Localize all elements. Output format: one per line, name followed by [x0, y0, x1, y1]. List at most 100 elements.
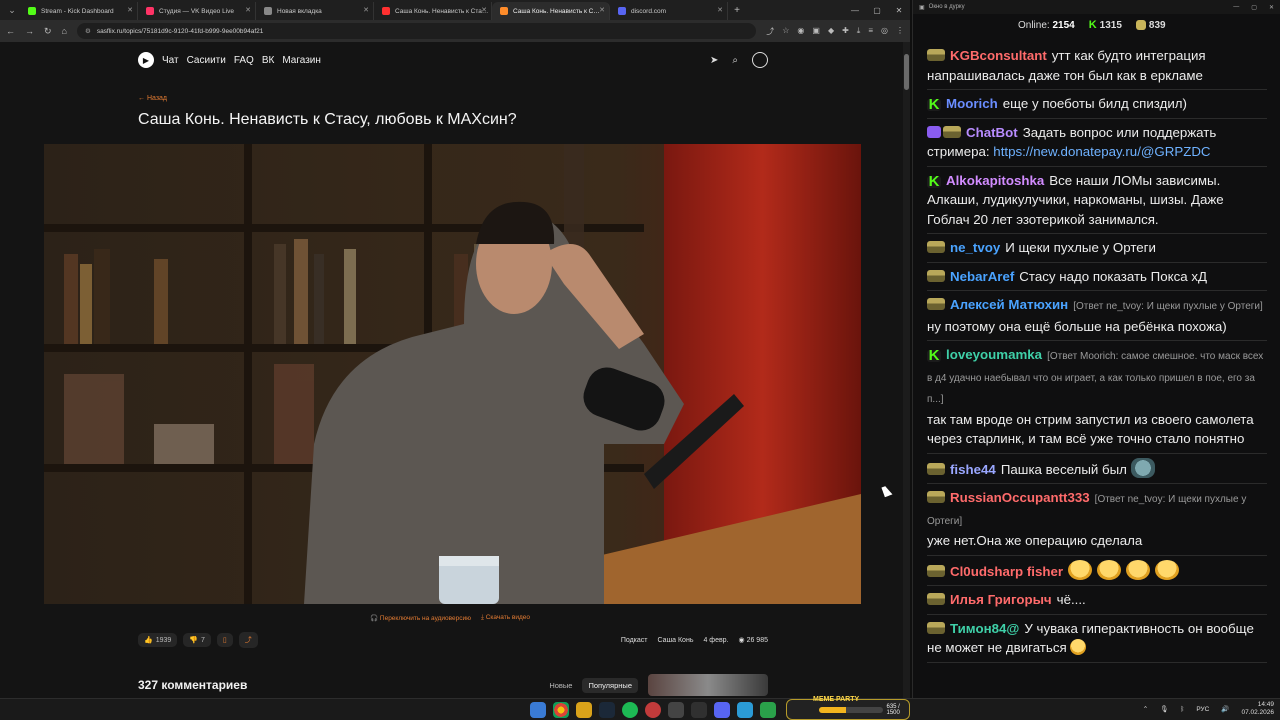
sort-new-tab[interactable]: Новые — [543, 678, 578, 693]
related-video-thumbnail[interactable] — [648, 674, 768, 696]
forward-icon[interactable]: → — [25, 26, 34, 36]
spotify-icon[interactable] — [622, 702, 638, 718]
chat-username[interactable]: Cl0udsharp fisher — [950, 564, 1063, 579]
home-icon[interactable]: ⌂ — [62, 26, 67, 36]
maximize-icon[interactable]: ▢ — [866, 6, 888, 15]
tab-close-icon[interactable]: ✕ — [363, 6, 369, 14]
close-icon[interactable]: ✕ — [888, 6, 910, 15]
share-button[interactable]: ⤴ — [238, 632, 258, 648]
app-icon[interactable] — [668, 702, 684, 718]
chrome-icon[interactable] — [553, 702, 569, 718]
bookmark-button[interactable]: ▯ — [216, 633, 233, 647]
dislike-button[interactable]: 👎 7 — [183, 633, 211, 647]
donate-link[interactable]: https://new.donatepay.ru/@GRPZDC — [993, 144, 1210, 159]
minimize-icon[interactable]: — — [844, 6, 866, 15]
steam-icon[interactable] — [599, 702, 615, 718]
extension-icon[interactable]: ◉ — [797, 26, 804, 37]
nav-sasiiti[interactable]: Сасиити — [187, 55, 226, 66]
chat-username[interactable]: Moorich — [946, 96, 998, 111]
chat-username[interactable]: ChatBot — [966, 125, 1018, 140]
chat-window-controls: — ▢ ✕ — [1233, 4, 1280, 11]
eye-icon: ◉ — [738, 637, 745, 644]
volume-icon[interactable]: 🔊 — [1221, 705, 1229, 713]
page-scrollbar[interactable] — [903, 42, 910, 698]
browser-tab[interactable]: discord.com ✕ — [610, 2, 728, 20]
app-icon[interactable] — [645, 702, 661, 718]
obs-icon[interactable] — [691, 702, 707, 718]
minimize-icon[interactable]: — — [1233, 4, 1239, 11]
maximize-icon[interactable]: ▢ — [1251, 4, 1257, 11]
menu-dots-icon[interactable]: ⋮ — [896, 26, 904, 37]
extension-icon[interactable]: ◆ — [828, 26, 834, 37]
bluetooth-icon[interactable]: ᛒ — [1180, 706, 1184, 713]
sort-popular-tab[interactable]: Популярные — [582, 677, 638, 693]
nav-vk[interactable]: ВК — [262, 55, 275, 66]
browser-tab[interactable]: Саша Конь. Ненависть к С… ✕ — [492, 2, 610, 20]
site-info-icon[interactable]: ⚙ — [85, 27, 91, 35]
chat-message: Cl0udsharp fisher — [927, 556, 1267, 586]
language-indicator[interactable]: РУС — [1196, 706, 1209, 713]
header-actions: ➤ ⌕ — [710, 52, 768, 68]
puzzle-icon[interactable]: ✚ — [842, 26, 849, 37]
browser-tab[interactable]: Саша Конь. Ненависть к Ста… ✕ — [374, 2, 492, 20]
clock[interactable]: 14:49 07.02.2026 — [1241, 701, 1274, 717]
tab-groups-icon[interactable]: ≡ — [868, 26, 873, 37]
telegram-icon[interactable]: ➤ — [710, 55, 718, 66]
tab-close-icon[interactable]: ✕ — [245, 6, 251, 14]
discord-icon[interactable] — [714, 702, 730, 718]
like-button[interactable]: 👍 1939 — [138, 633, 178, 647]
tab-close-icon[interactable]: ✕ — [717, 6, 723, 14]
chat-username[interactable]: fishe44 — [950, 462, 996, 477]
telegram-icon[interactable] — [737, 702, 753, 718]
reload-icon[interactable]: ↻ — [44, 26, 52, 37]
tag-podcast[interactable]: Подкаст — [621, 637, 648, 644]
chat-username[interactable]: RussianOccupantt333 — [950, 490, 1090, 505]
mic-icon[interactable]: 🎙 — [1160, 705, 1168, 713]
chat-username[interactable]: Алексей Матюхин — [950, 297, 1068, 312]
url-field[interactable]: ⚙ sasflix.ru/topics/75181d9c-9120-41fd-b… — [76, 23, 757, 39]
tab-search-icon[interactable]: ⌄ — [4, 2, 20, 18]
share-icon[interactable]: ⤴ — [766, 26, 774, 37]
profile-icon[interactable]: ◎ — [881, 26, 888, 37]
chat-username[interactable]: loveyoumamka — [946, 347, 1042, 362]
browser-tab[interactable]: Новая вкладка ✕ — [256, 2, 374, 20]
bookmark-star-icon[interactable]: ☆ — [782, 26, 789, 37]
chat-username[interactable]: ne_tvoy — [950, 240, 1000, 255]
nav-chat[interactable]: Чат — [162, 55, 179, 66]
site-logo-play-icon[interactable]: ▶ — [138, 52, 154, 68]
close-icon[interactable]: ✕ — [1269, 4, 1274, 11]
nav-faq[interactable]: FAQ — [234, 55, 254, 66]
tag-author[interactable]: Саша Конь — [658, 637, 694, 644]
chat-username[interactable]: Тимон84@ — [950, 621, 1019, 636]
clock-date: 07.02.2026 — [1241, 709, 1274, 716]
tab-favicon-icon — [264, 7, 272, 15]
download-icon[interactable]: ⤓ — [857, 26, 861, 37]
audio-version-link[interactable]: 🎧 Переключить на аудиоверсию — [370, 614, 471, 622]
explorer-icon[interactable] — [576, 702, 592, 718]
chat-username[interactable]: KGBconsultant — [950, 48, 1047, 63]
chat-message-text: уже нет.Она же операцию сделала — [927, 533, 1143, 548]
nav-shop[interactable]: Магазин — [282, 55, 321, 66]
scrollbar-thumb[interactable] — [904, 54, 909, 90]
back-link[interactable]: ← Назад — [138, 95, 167, 102]
download-video-link[interactable]: ⤓ Скачать видео — [481, 614, 530, 622]
meme-party-widget[interactable]: MEME PARTY 635 / 1500 — [786, 696, 910, 720]
tab-close-icon[interactable]: ✕ — [599, 6, 605, 14]
new-tab-button[interactable]: + — [728, 5, 746, 16]
tab-close-icon[interactable]: ✕ — [127, 6, 133, 14]
tab-close-icon[interactable]: ✕ — [481, 6, 487, 14]
browser-tab[interactable]: Stream - Kick Dashboard ✕ — [20, 2, 138, 20]
profile-icon[interactable] — [752, 52, 768, 68]
search-icon[interactable]: ⌕ — [732, 55, 738, 66]
start-icon[interactable] — [530, 702, 546, 718]
extension-icon[interactable]: ▣ — [812, 26, 820, 37]
back-icon[interactable]: ← — [6, 26, 15, 36]
chat-username[interactable]: Alkokapitoshka — [946, 173, 1044, 188]
chevron-up-icon[interactable]: ⌃ — [1143, 705, 1148, 713]
web-page: ▶ Чат Сасиити FAQ ВК Магазин ➤ ⌕ ← Назад… — [0, 42, 903, 698]
chat-username[interactable]: NebarAref — [950, 269, 1014, 284]
browser-tab[interactable]: Студия — VK Видео Live ✕ — [138, 2, 256, 20]
app-icon[interactable] — [760, 702, 776, 718]
chat-username[interactable]: Илья Григорыч — [950, 592, 1052, 607]
video-player[interactable] — [44, 144, 861, 604]
